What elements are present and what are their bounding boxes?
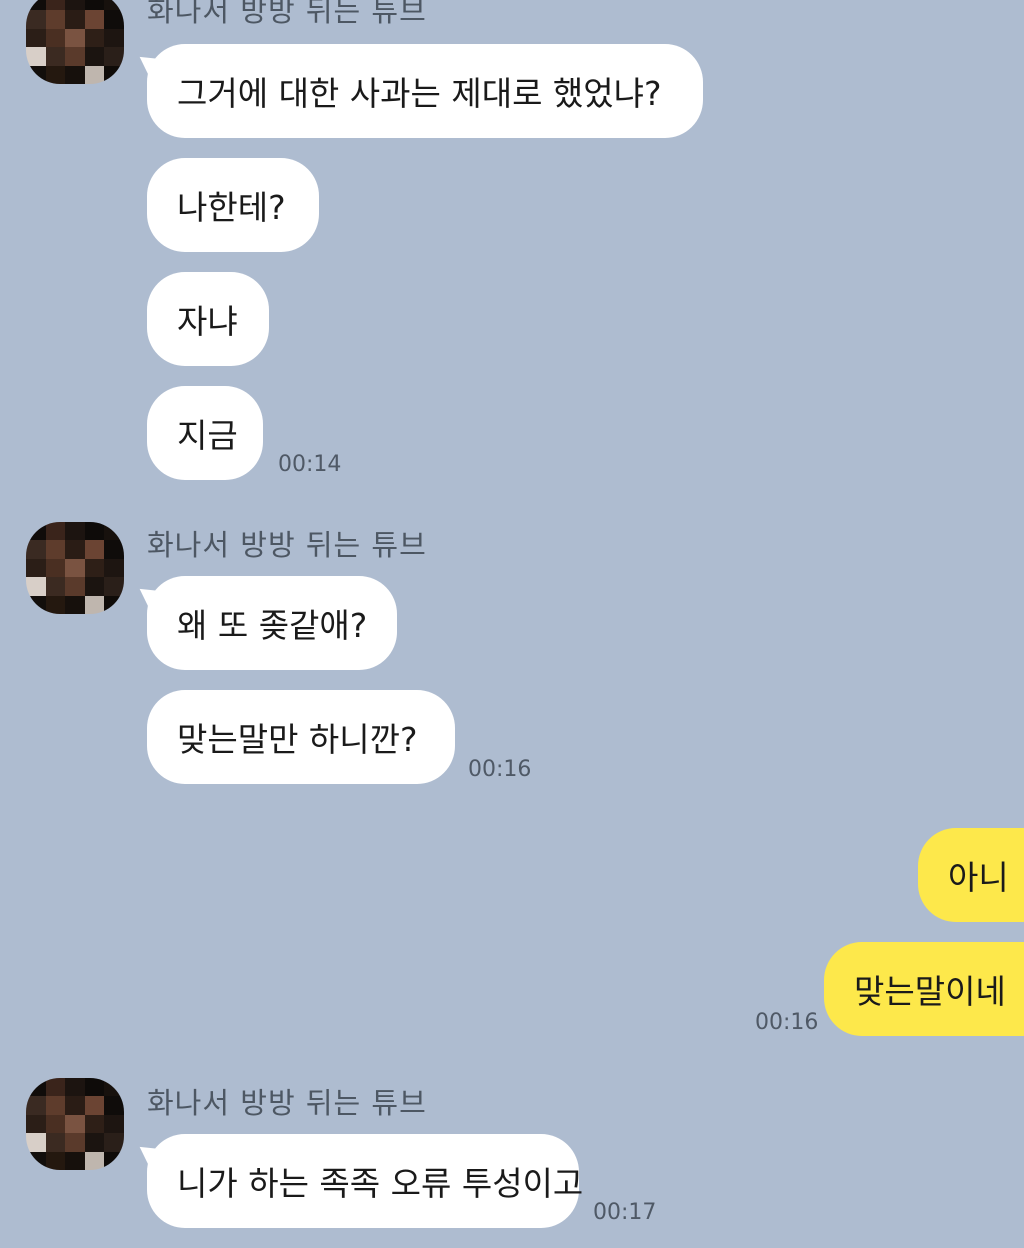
outgoing-message-bubble[interactable]: 아니 — [918, 828, 1024, 922]
sender-name: 화나서 방방 뒤는 튜브 — [147, 528, 427, 562]
incoming-message-bubble[interactable]: 자냐 — [147, 272, 269, 366]
sender-name: 화나서 방방 뒤는 튜브 — [147, 1086, 427, 1120]
incoming-message-bubble[interactable]: 나한테? — [147, 158, 319, 252]
sender-avatar[interactable] — [26, 0, 124, 84]
incoming-message-bubble[interactable]: 니가 하는 족족 오류 투성이고 — [147, 1134, 583, 1228]
message-timestamp: 00:17 — [593, 1200, 657, 1225]
outgoing-message-bubble[interactable]: 맞는말이네 — [824, 942, 1024, 1036]
incoming-message-bubble[interactable]: 그거에 대한 사과는 제대로 했었냐? — [147, 44, 703, 138]
chat-view[interactable]: 화나서 방방 뒤는 튜브 그거에 대한 사과는 제대로 했었냐? 나한테? 자냐… — [0, 0, 1024, 1248]
message-timestamp: 00:16 — [755, 1010, 819, 1035]
sender-name: 화나서 방방 뒤는 튜브 — [147, 0, 427, 28]
message-timestamp: 00:16 — [468, 757, 532, 782]
incoming-message-bubble[interactable]: 지금 — [147, 386, 263, 480]
incoming-message-bubble[interactable]: 왜 또 좆같애? — [147, 576, 397, 670]
incoming-message-bubble[interactable]: 맞는말만 하니깐? — [147, 690, 455, 784]
sender-avatar[interactable] — [26, 1078, 124, 1170]
sender-avatar[interactable] — [26, 522, 124, 614]
message-timestamp: 00:14 — [278, 452, 342, 477]
